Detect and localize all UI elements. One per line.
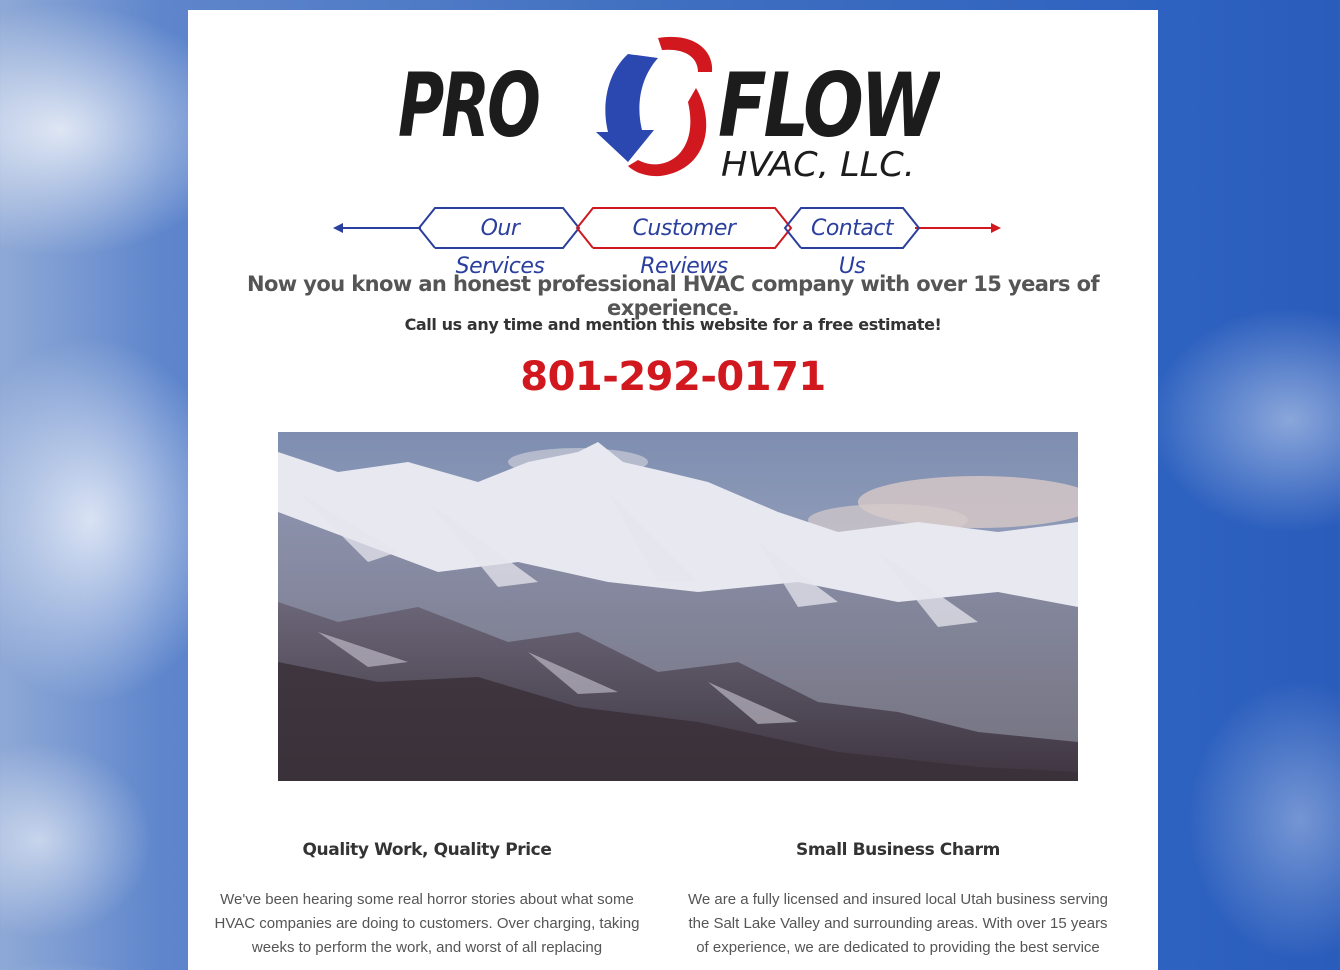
quality-work-heading: Quality Work, Quality Price <box>302 840 552 860</box>
logo-flow-text: FLOW <box>718 54 940 157</box>
main-headline: Now you know an honest professional HVAC… <box>246 272 1100 320</box>
mountain-hero-image <box>278 432 1078 781</box>
estimate-callout: Call us any time and mention this websit… <box>404 315 942 334</box>
small-business-text: We are a fully licensed and insured loca… <box>688 891 1108 956</box>
page-container: PRO FLOW HVAC, LLC. Our Services Custome… <box>188 10 1158 970</box>
phone-number-link[interactable]: 801-292-0171 <box>188 354 1158 400</box>
logo-pro-text: PRO <box>398 54 539 157</box>
logo-swirl-icon <box>596 36 713 177</box>
quality-work-text: We've been hearing some real horror stor… <box>214 891 640 956</box>
logo-hvac-text: HVAC, LLC. <box>721 145 915 178</box>
small-business-heading: Small Business Charm <box>796 840 1000 860</box>
nav-our-services-link[interactable]: Our Services <box>433 210 567 279</box>
nav-customer-reviews-link[interactable]: Customer Reviews <box>591 210 777 279</box>
nav-contact-us-link[interactable]: Contact Us <box>799 210 905 279</box>
main-nav: Our Services Customer Reviews Contact Us <box>333 206 1003 279</box>
proflow-logo[interactable]: PRO FLOW HVAC, LLC. <box>396 32 946 185</box>
